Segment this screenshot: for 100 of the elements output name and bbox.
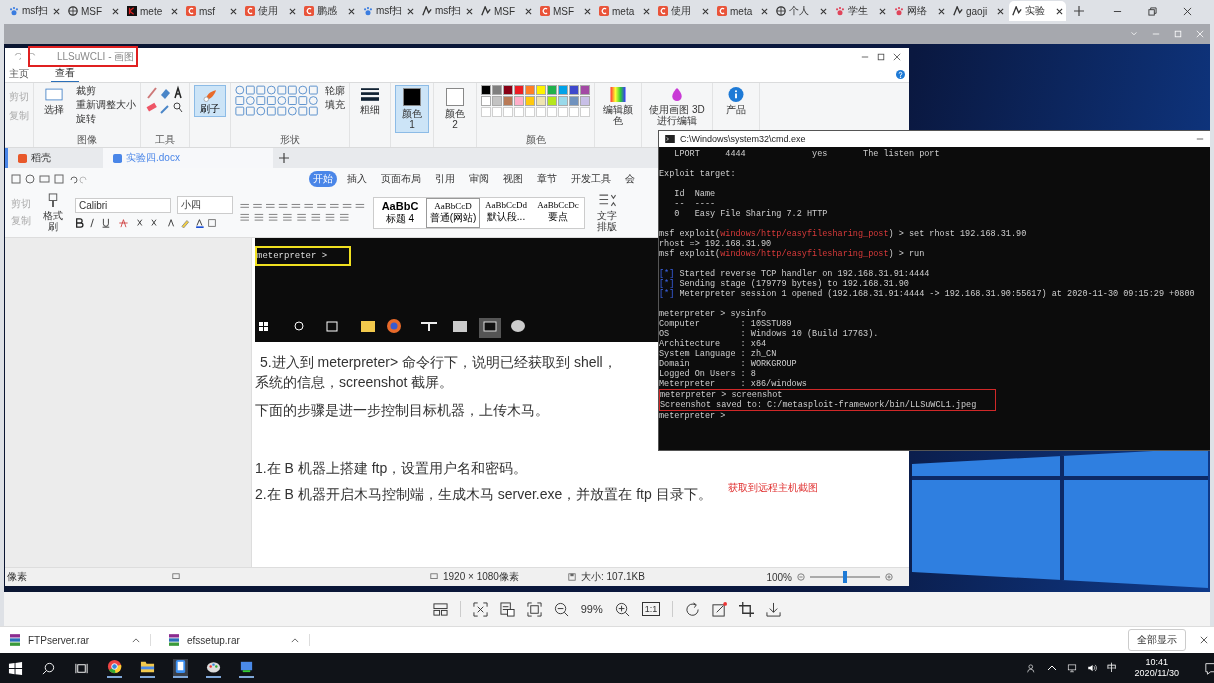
close-icon[interactable] [525,7,532,15]
close-icon[interactable] [1056,7,1063,15]
menu-tab[interactable]: 开始 [309,171,337,187]
close-icon[interactable] [466,7,473,15]
crop-icon[interactable] [739,601,755,617]
menu-tab[interactable]: 插入 [343,171,371,187]
download-icon[interactable] [766,601,782,617]
volume-icon[interactable] [1086,663,1097,673]
style-preset[interactable]: AaBbCcD 普通(网站) [426,197,480,228]
color-swatch[interactable] [558,96,568,106]
close-icon[interactable] [289,7,296,15]
close-icon[interactable] [938,7,945,15]
close-icon[interactable] [171,7,178,15]
browser-tab[interactable]: 使用 [655,1,712,21]
color-swatch[interactable] [547,85,557,95]
close-icon[interactable] [584,7,591,15]
input-method-indicator[interactable]: 中 [1106,661,1117,675]
typeset-button[interactable]: 文字排版 [591,191,623,234]
shapes-gallery[interactable] [235,85,319,117]
browser-tab[interactable]: 个人 [773,1,830,21]
download-item[interactable]: FTPserver.rar [10,634,151,646]
style-preset[interactable]: AaBbCcDd 默认段... [480,197,532,228]
color-swatch[interactable] [481,85,491,95]
color-swatch[interactable] [525,85,535,95]
zoom-out-icon[interactable] [553,601,569,617]
color-swatch[interactable] [481,96,491,106]
browser-tab[interactable]: meta [596,1,653,21]
color-swatch[interactable] [536,85,546,95]
menu-tab[interactable]: 页面布局 [377,171,425,187]
rotate-button[interactable]: 旋转 [76,113,136,124]
text-extract-icon[interactable] [499,601,515,617]
browser-tab[interactable]: msf扫 [6,1,63,21]
menu-tab[interactable]: 会 [621,171,639,187]
close-icon[interactable] [348,7,355,15]
close-icon[interactable] [997,7,1004,15]
fit-screen-icon[interactable] [472,601,488,617]
browser-tab[interactable]: msf扫 [360,1,417,21]
download-item[interactable]: efssetup.rar [169,634,310,646]
app-window-icon[interactable] [173,658,188,678]
new-tab-icon[interactable] [1074,6,1084,16]
chrome-icon[interactable] [107,658,122,678]
fill-button[interactable]: 填充 [325,99,345,110]
show-all-button[interactable]: 全部显示 [1128,629,1186,651]
close-icon[interactable] [643,7,650,15]
windows-start-icon[interactable] [8,660,23,676]
close-icon[interactable] [820,7,827,15]
size-button[interactable]: 粗细 [354,85,386,117]
browser-tab[interactable]: 使用 [242,1,299,21]
close-icon[interactable] [761,7,768,15]
color-swatch[interactable] [580,85,590,95]
browser-tab[interactable]: 学生 [832,1,889,21]
browser-tab[interactable]: 实验 [1009,1,1066,21]
close-icon[interactable] [702,7,709,15]
style-preset[interactable]: AaBbCcDc 要点 [532,197,584,228]
maximize-icon[interactable] [877,53,885,61]
color-swatch[interactable] [514,85,524,95]
document-tab[interactable]: 稻壳 [8,148,103,168]
close-icon[interactable] [407,7,414,15]
color-swatch[interactable] [547,96,557,106]
user-icon[interactable] [1026,663,1037,673]
new-tab-icon[interactable] [279,153,289,163]
layout-icon[interactable] [432,601,448,617]
color-swatch[interactable] [580,96,590,106]
crop-button[interactable]: 裁剪 [76,85,136,96]
color-swatch[interactable] [525,96,535,106]
select-button[interactable]: 选择 [38,85,70,117]
menu-tab[interactable]: 章节 [533,171,561,187]
color-swatch[interactable] [569,96,579,106]
redo-icon[interactable] [29,53,37,61]
close-icon[interactable] [1183,6,1192,16]
font-size-dropdown[interactable]: 小四 [177,196,233,214]
help-icon[interactable] [896,69,905,79]
edit-colors-button[interactable]: 编辑颜色 [599,85,637,128]
edit-icon[interactable] [712,601,728,617]
browser-tab[interactable]: meta [714,1,771,21]
close-icon[interactable] [893,53,901,61]
color-swatch[interactable] [514,96,524,106]
color-swatch[interactable] [536,96,546,106]
caret-up-icon[interactable] [1046,663,1057,673]
menu-tab[interactable]: 引用 [431,171,459,187]
browser-tab[interactable]: MSF [65,1,122,21]
clock[interactable]: 10:41 2020/11/30 [1134,657,1179,679]
close-icon[interactable] [230,7,237,15]
menu-tab[interactable]: 审阅 [465,171,493,187]
color-swatch[interactable] [503,96,513,106]
color-swatch[interactable] [492,85,502,95]
brush-button[interactable]: 刷子 [194,85,226,117]
tools-icon[interactable] [145,85,185,115]
notification-icon[interactable] [1205,661,1214,675]
color-button[interactable]: 颜色 1 [395,85,429,133]
browser-tab[interactable]: msf扫 [419,1,476,21]
browser-tab[interactable]: 网络 [891,1,948,21]
outline-button[interactable]: 轮廓 [325,85,345,96]
browser-tab[interactable]: 鹏感 [301,1,358,21]
fullscreen-icon[interactable] [526,601,542,617]
product-alert-button[interactable]: 产品 [717,85,755,117]
browser-tab[interactable]: MSF [537,1,594,21]
format-painter-button[interactable]: 格式刷 [37,191,69,234]
network-icon[interactable] [1066,663,1077,673]
actual-size-button[interactable]: 1:1 [641,602,661,616]
